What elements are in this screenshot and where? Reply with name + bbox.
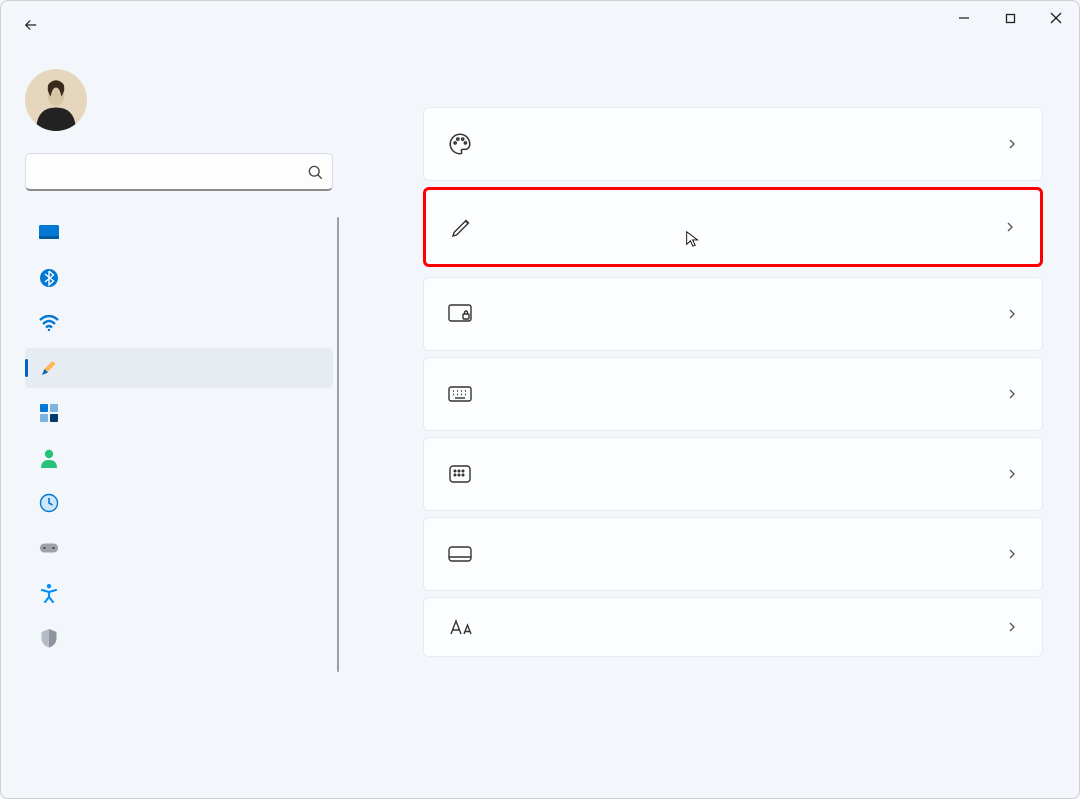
minimize-icon bbox=[958, 12, 970, 24]
chevron-right-icon bbox=[1004, 466, 1020, 482]
sidebar-item-system[interactable] bbox=[25, 213, 333, 253]
card-text-input[interactable] bbox=[423, 357, 1043, 431]
card-taskbar[interactable] bbox=[423, 517, 1043, 591]
close-button[interactable] bbox=[1033, 1, 1079, 35]
chevron-right-icon bbox=[1004, 619, 1020, 635]
nav bbox=[25, 213, 341, 658]
start-icon bbox=[446, 464, 474, 484]
scrollbar[interactable] bbox=[337, 217, 339, 672]
chevron-right-icon bbox=[1004, 386, 1020, 402]
main-content bbox=[351, 49, 1079, 798]
sidebar-item-apps[interactable] bbox=[25, 393, 333, 433]
accessibility-icon bbox=[39, 583, 59, 603]
arrow-left-icon bbox=[22, 16, 40, 34]
system-icon bbox=[39, 223, 59, 243]
cursor-icon bbox=[684, 230, 702, 248]
card-themes[interactable] bbox=[423, 187, 1043, 267]
search-input[interactable] bbox=[38, 163, 306, 181]
settings-window bbox=[0, 0, 1080, 799]
chevron-right-icon bbox=[1004, 136, 1020, 152]
sidebar-item-bluetooth[interactable] bbox=[25, 258, 333, 298]
person-icon bbox=[39, 448, 59, 468]
avatar bbox=[25, 69, 87, 131]
pen-icon bbox=[448, 215, 476, 239]
maximize-icon bbox=[1005, 13, 1016, 24]
account-block[interactable] bbox=[25, 69, 341, 131]
maximize-button[interactable] bbox=[987, 1, 1033, 35]
paintbrush-icon bbox=[39, 358, 59, 378]
fonts-icon bbox=[446, 616, 474, 638]
shield-icon bbox=[39, 628, 59, 648]
sidebar-item-time-language[interactable] bbox=[25, 483, 333, 523]
keyboard-icon bbox=[446, 385, 474, 403]
account-email bbox=[105, 92, 285, 108]
sidebar-item-accessibility[interactable] bbox=[25, 573, 333, 613]
chevron-right-icon bbox=[1002, 219, 1018, 235]
bluetooth-icon bbox=[39, 268, 59, 288]
back-button[interactable] bbox=[13, 7, 49, 43]
sidebar-item-accounts[interactable] bbox=[25, 438, 333, 478]
titlebar bbox=[1, 1, 1079, 49]
palette-icon bbox=[446, 131, 474, 157]
minimize-button[interactable] bbox=[941, 1, 987, 35]
search-box[interactable] bbox=[25, 153, 333, 191]
gamepad-icon bbox=[39, 538, 59, 558]
chevron-right-icon bbox=[1004, 306, 1020, 322]
clock-globe-icon bbox=[39, 493, 59, 513]
chevron-right-icon bbox=[1004, 546, 1020, 562]
card-start[interactable] bbox=[423, 437, 1043, 511]
card-fonts[interactable] bbox=[423, 597, 1043, 657]
search-icon bbox=[306, 163, 324, 181]
lock-screen-icon bbox=[446, 303, 474, 325]
sidebar-item-personalization[interactable] bbox=[25, 348, 333, 388]
taskbar-icon bbox=[446, 545, 474, 563]
wifi-icon bbox=[39, 313, 59, 333]
card-lock-screen[interactable] bbox=[423, 277, 1043, 351]
avatar-image-icon bbox=[27, 73, 85, 131]
card-colors[interactable] bbox=[423, 107, 1043, 181]
window-controls bbox=[941, 1, 1079, 35]
close-icon bbox=[1050, 12, 1062, 24]
sidebar-item-privacy[interactable] bbox=[25, 618, 333, 658]
sidebar-item-network[interactable] bbox=[25, 303, 333, 343]
sidebar bbox=[1, 49, 351, 798]
apps-icon bbox=[39, 403, 59, 423]
sidebar-item-gaming[interactable] bbox=[25, 528, 333, 568]
